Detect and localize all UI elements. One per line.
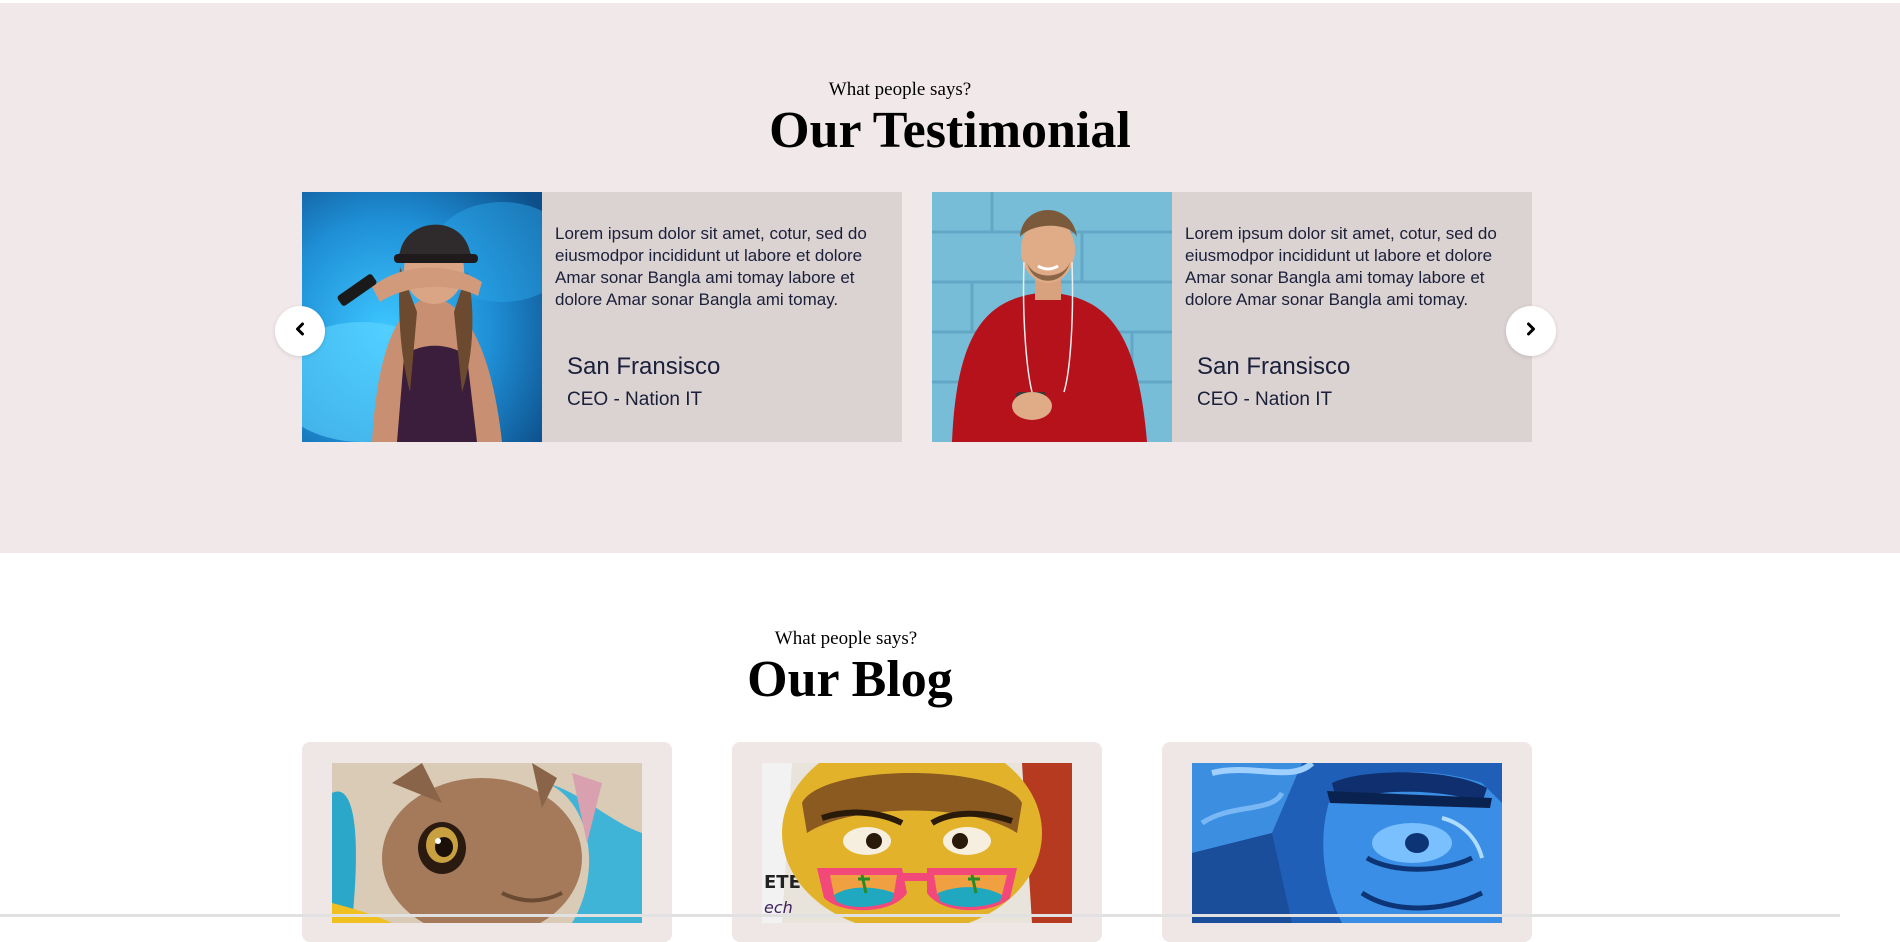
testimonial-photo-woman [302,192,542,442]
testimonial-card: Lorem ipsum dolor sit amet, cotur, sed d… [302,192,902,442]
testimonial-quote: Lorem ipsum dolor sit amet, cotur, sed d… [1185,224,1497,309]
chevron-right-icon [1524,322,1538,341]
blog-image-monkey-graffiti: ETE ech [762,763,1072,923]
testimonial-role: CEO - Nation IT [567,389,703,410]
blog-image-squirrel-graffiti [332,763,642,923]
testimonial-photo-man [932,192,1172,442]
testimonial-quote: Lorem ipsum dolor sit amet, cotur, sed d… [555,224,867,309]
blog-card[interactable] [302,742,672,942]
blog-title: Our Blog [747,651,953,708]
testimonial-name: San Fransisco [567,353,721,380]
testimonial-title: Our Testimonial [769,102,1131,159]
testimonial-role: CEO - Nation IT [1197,389,1333,410]
testimonial-section: What people says? Our Testimonial Lorem … [0,3,1900,553]
blog-kicker: What people says? [774,628,918,649]
blog-card[interactable] [1162,742,1532,942]
testimonial-name: San Fransisco [1197,353,1351,380]
blog-card[interactable]: ETE ech [732,742,1102,942]
blog-image-face-graffiti [1192,763,1502,923]
chevron-left-icon [293,322,307,341]
carousel-prev-button[interactable] [275,306,325,356]
blog-section: What people says? Our Blog ETE ech [0,553,1900,942]
testimonial-card: Lorem ipsum dolor sit amet, cotur, sed d… [932,192,1532,442]
carousel-next-button[interactable] [1506,306,1556,356]
testimonial-kicker: What people says? [828,79,972,100]
